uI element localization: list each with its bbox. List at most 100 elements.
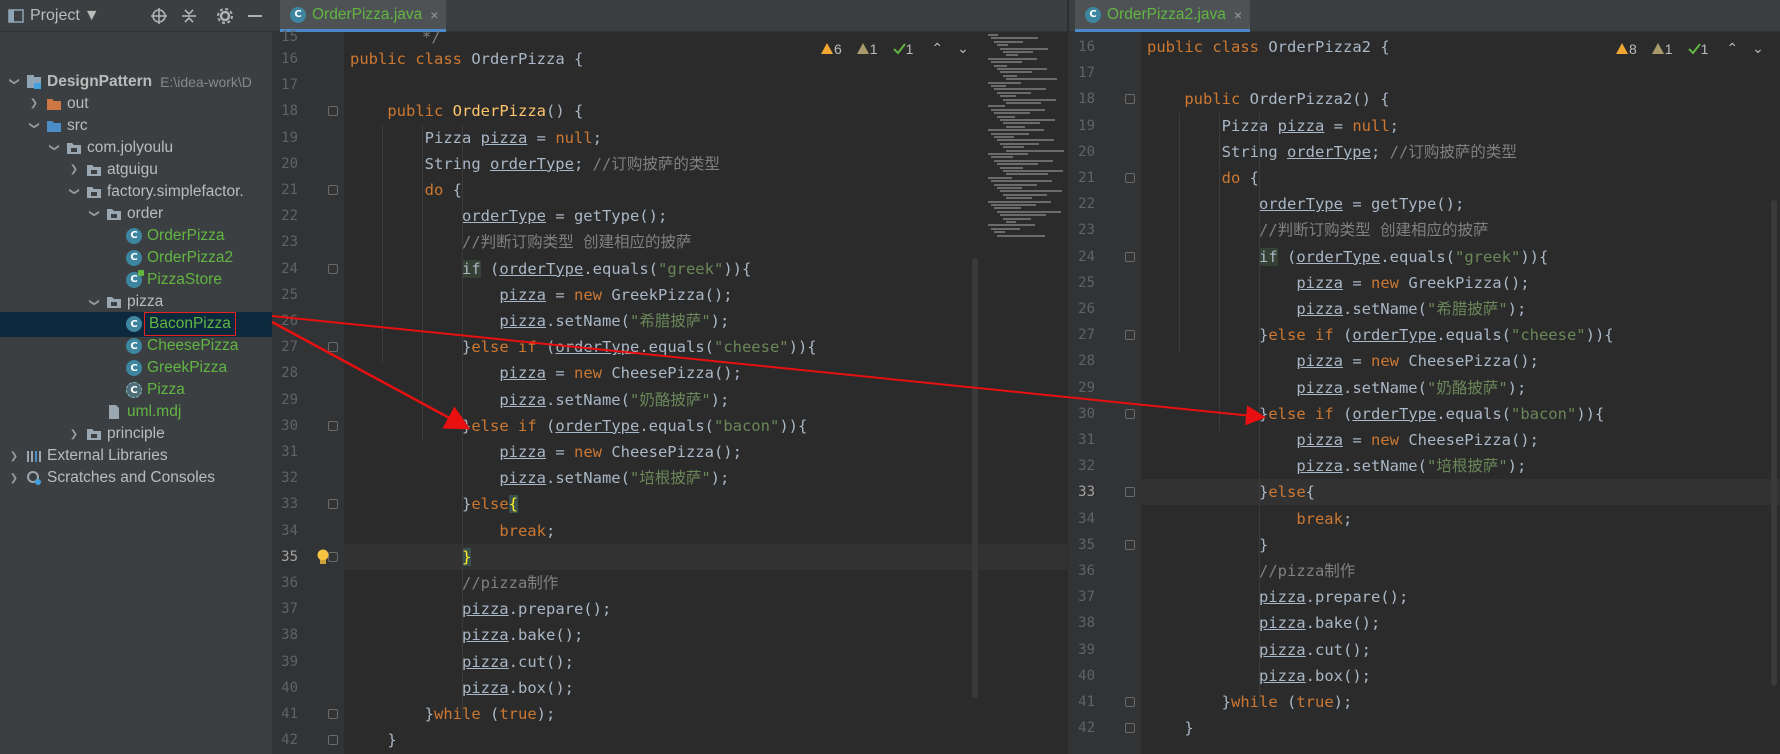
code-line: pizza.setName("奶酪披萨"); <box>1296 378 1527 397</box>
fold-marker[interactable] <box>1125 487 1135 498</box>
indent-guide <box>382 124 383 363</box>
hide-panel-icon[interactable] <box>244 5 266 27</box>
fold-marker[interactable] <box>328 185 338 195</box>
fold-marker[interactable] <box>328 709 338 719</box>
inspection-widget[interactable]: 8 1 1 ⌃ ⌄ <box>1615 40 1770 57</box>
warning-icon <box>1616 43 1628 54</box>
line-number: 24 <box>1078 248 1095 265</box>
line-number: 16 <box>1078 39 1095 55</box>
line-number: 27 <box>1078 327 1095 344</box>
tree-item-label: order <box>127 204 164 222</box>
tree-item-label: atguigu <box>107 160 158 178</box>
chevron-down-icon[interactable]: ⌄ <box>957 40 969 57</box>
minimap[interactable] <box>984 34 1067 244</box>
line-number: 39 <box>1078 641 1095 658</box>
line-number: 23 <box>281 234 298 251</box>
line-number: 25 <box>281 286 298 303</box>
line-number: 41 <box>1078 694 1095 710</box>
tree-item-label: principle <box>107 425 165 443</box>
minimap-line <box>994 40 1023 43</box>
code-line: pizza = new CheesePizza(); <box>1296 352 1539 371</box>
line-number: 19 <box>281 129 298 146</box>
gear-icon[interactable] <box>214 5 236 27</box>
fold-marker[interactable] <box>328 106 338 117</box>
code-area[interactable]: */public class OrderPizza { public Order… <box>344 28 1067 754</box>
code-line: public class OrderPizza { <box>350 50 584 68</box>
chevron-down-icon[interactable]: ❯ <box>29 120 40 132</box>
line-number: 24 <box>281 260 298 277</box>
indent-guide <box>1179 112 1180 353</box>
project-view-selector[interactable]: Project ▼ <box>8 7 108 25</box>
minimap-line <box>997 187 1022 189</box>
minimap-line <box>991 108 1045 111</box>
code-line: } <box>461 547 472 566</box>
lightbulb-icon[interactable] <box>316 548 330 570</box>
line-number: 41 <box>281 706 298 722</box>
code-line: orderType = getType(); <box>461 207 668 226</box>
fold-marker[interactable] <box>1125 723 1135 734</box>
chevron-down-icon[interactable]: ⌄ <box>1752 40 1764 57</box>
fold-marker[interactable] <box>328 342 338 353</box>
chevron-down-icon[interactable]: ❯ <box>69 186 80 198</box>
fold-marker[interactable] <box>1125 94 1135 105</box>
tree-item-scratches-and-consoles[interactable]: ❯ Scratches and Consoles <box>0 466 272 491</box>
chevron-up-icon[interactable]: ⌃ <box>931 40 943 57</box>
minimap-line <box>1006 125 1025 128</box>
fold-marker[interactable] <box>1125 408 1135 419</box>
chevron-right-icon[interactable]: ❯ <box>28 98 40 109</box>
chevron-down-icon[interactable]: ❯ <box>49 142 60 154</box>
chevron-down-icon[interactable]: ❯ <box>89 296 100 308</box>
code-line: pizza.bake(); <box>461 626 584 645</box>
line-number: 31 <box>1078 432 1095 448</box>
fold-marker[interactable] <box>1125 173 1135 183</box>
class-icon: C <box>126 338 142 355</box>
close-icon[interactable]: × <box>430 7 438 23</box>
minimap-line <box>1000 214 1046 217</box>
line-number: 36 <box>281 575 298 591</box>
line-number: 29 <box>1078 379 1095 396</box>
chevron-right-icon[interactable]: ❯ <box>68 164 80 175</box>
tab-orderpizza2[interactable]: C OrderPizza2.java × <box>1075 0 1251 32</box>
fold-marker[interactable] <box>328 735 338 746</box>
line-number: 37 <box>1078 589 1095 606</box>
chevron-right-icon[interactable]: ❯ <box>8 451 20 462</box>
class-icon: C <box>126 316 142 333</box>
minimap-line <box>988 129 1044 132</box>
minimap-line <box>991 227 1020 230</box>
collapse-all-icon[interactable] <box>178 5 200 27</box>
fold-marker[interactable] <box>1125 251 1135 262</box>
minimap-line <box>994 112 1030 115</box>
editor-scrollbar[interactable] <box>972 258 978 698</box>
locate-icon[interactable] <box>148 5 170 27</box>
package-icon <box>86 426 102 442</box>
minimap-line <box>1006 54 1018 57</box>
fold-marker[interactable] <box>328 420 338 431</box>
editor-scrollbar[interactable] <box>1771 200 1777 686</box>
code-line: public OrderPizza() { <box>387 102 584 121</box>
class-icon: C <box>126 249 142 266</box>
inspection-widget[interactable]: 6 1 1 ⌃ ⌄ <box>820 40 975 57</box>
minimap-line <box>1000 71 1032 74</box>
fold-marker[interactable] <box>328 263 338 274</box>
fold-marker[interactable] <box>1125 697 1135 707</box>
line-number: 32 <box>281 470 298 487</box>
chevron-up-icon[interactable]: ⌃ <box>1726 40 1738 57</box>
chevron-down-icon[interactable]: ▼ <box>84 7 100 25</box>
code-area[interactable]: public class OrderPizza2 { public OrderP… <box>1141 32 1780 754</box>
editor-pane-orderpizza: C OrderPizza.java × 15 16 17 18 19 20 21 22 23 24… <box>272 0 1067 754</box>
close-icon[interactable]: × <box>1234 7 1242 23</box>
tree-item-label: External Libraries <box>47 447 168 465</box>
chevron-right-icon[interactable]: ❯ <box>68 429 80 440</box>
line-number: 31 <box>281 444 298 460</box>
chevron-down-icon[interactable]: ❯ <box>9 76 20 88</box>
fold-marker[interactable] <box>1125 539 1135 550</box>
chevron-down-icon[interactable]: ❯ <box>89 208 100 220</box>
line-number: 22 <box>1078 196 1095 213</box>
minimap-line <box>988 34 998 36</box>
code-line: String orderType; //订购披萨的类型 <box>1147 142 1517 161</box>
line-number: 28 <box>1078 353 1095 370</box>
fold-marker[interactable] <box>328 499 338 510</box>
chevron-right-icon[interactable]: ❯ <box>8 473 20 484</box>
fold-marker[interactable] <box>1125 330 1135 341</box>
code-line: } <box>1147 719 1194 738</box>
